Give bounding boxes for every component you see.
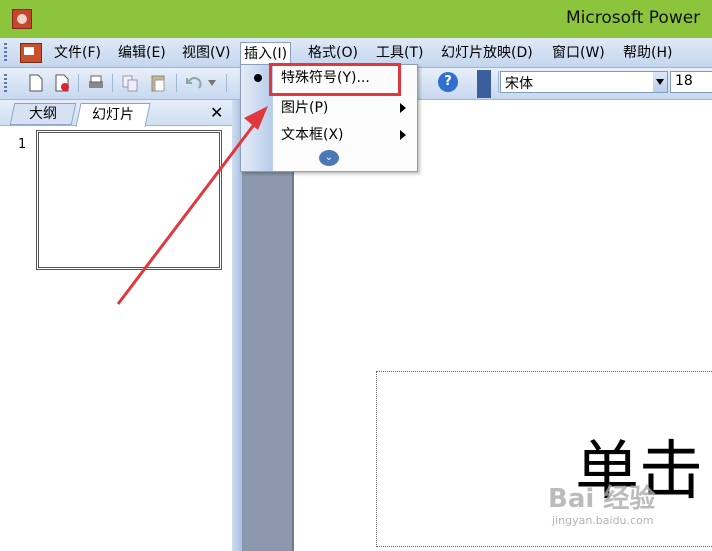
close-icon[interactable]: ✕ bbox=[210, 103, 223, 122]
watermark: Bai 经验 bbox=[548, 484, 656, 514]
tab-outline-label: 大纲 bbox=[29, 106, 57, 122]
paste-icon[interactable] bbox=[148, 73, 168, 93]
toolbar-separator bbox=[78, 74, 79, 92]
menu-item-textbox[interactable]: 文本框(X) bbox=[281, 124, 344, 146]
menu-format[interactable]: 格式(O) bbox=[305, 42, 361, 64]
tab-slides[interactable]: 幻灯片 bbox=[75, 103, 151, 127]
menu-tools[interactable]: 工具(T) bbox=[373, 42, 426, 64]
print-icon[interactable] bbox=[86, 73, 106, 93]
watermark-url: jingyan.baidu.com bbox=[552, 514, 654, 527]
highlight-box bbox=[269, 63, 401, 96]
toolbar-separator bbox=[498, 71, 499, 93]
toolbar-separator bbox=[226, 74, 227, 92]
slide-number: 1 bbox=[18, 137, 27, 152]
copy-icon[interactable] bbox=[120, 73, 140, 93]
submenu-arrow-icon bbox=[400, 103, 406, 113]
font-size-value: 18 bbox=[675, 73, 693, 89]
font-name-value: 宋体 bbox=[505, 76, 533, 92]
document-menu-icon[interactable] bbox=[20, 43, 42, 63]
undo-dropdown-icon[interactable] bbox=[207, 79, 217, 87]
menu-item-picture[interactable]: 图片(P) bbox=[281, 97, 328, 119]
help-icon[interactable]: ? bbox=[438, 72, 458, 92]
double-chevron-down-icon[interactable]: ⌄ bbox=[319, 150, 339, 166]
menu-file[interactable]: 文件(F) bbox=[51, 42, 104, 64]
toolbar-separator bbox=[176, 74, 177, 92]
toolbar-options-icon[interactable] bbox=[477, 70, 491, 98]
menu-view[interactable]: 视图(V) bbox=[179, 42, 234, 64]
tab-outline[interactable]: 大纲 bbox=[9, 103, 77, 125]
open-icon[interactable] bbox=[52, 73, 72, 93]
grip-handle[interactable] bbox=[4, 74, 7, 94]
menu-slideshow[interactable]: 幻灯片放映(D) bbox=[438, 42, 536, 64]
grip-handle[interactable] bbox=[4, 43, 7, 63]
menu-window[interactable]: 窗口(W) bbox=[549, 42, 608, 64]
font-dropdown-button[interactable] bbox=[653, 72, 667, 92]
chevron-down-icon bbox=[656, 79, 664, 85]
undo-icon[interactable] bbox=[184, 73, 204, 93]
window-title: Microsoft Power bbox=[566, 8, 701, 28]
menu-help[interactable]: 帮助(H) bbox=[620, 42, 675, 64]
new-document-icon[interactable] bbox=[26, 73, 46, 93]
slide-thumbnail[interactable] bbox=[36, 130, 222, 270]
menu-edit[interactable]: 编辑(E) bbox=[115, 42, 169, 64]
submenu-arrow-icon bbox=[400, 130, 406, 140]
tab-slides-label: 幻灯片 bbox=[92, 107, 134, 123]
powerpoint-app-icon[interactable] bbox=[12, 9, 32, 29]
toolbar-separator bbox=[112, 74, 113, 92]
special-symbol-icon bbox=[254, 74, 262, 82]
